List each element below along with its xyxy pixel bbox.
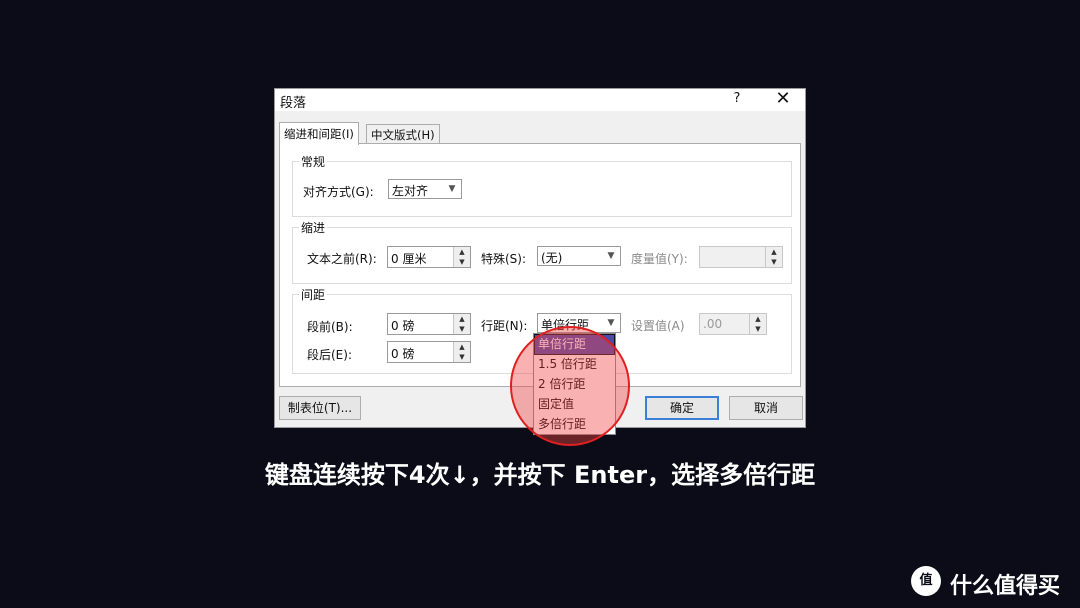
spin-down-icon[interactable]: ▼ [454,324,470,334]
ok-button[interactable]: 确定 [645,396,719,420]
dialog-title: 段落 [280,96,307,111]
tab-stops-button[interactable]: 制表位(T)... [279,396,361,420]
watermark-text: 什么值得买 [950,574,1061,599]
close-button[interactable]: ✕ [773,89,793,109]
spacing-before-spinner[interactable]: 0 磅 ▲ ▼ [387,313,471,335]
tab-chinese-typography[interactable]: 中文版式(H) [366,124,440,143]
special-label: 特殊(S): [481,252,527,266]
before-text-label: 文本之前(R): [307,252,377,266]
set-value-label: 设置值(A) [631,319,685,333]
indent-group-label: 缩进 [299,219,328,236]
special-select[interactable]: (无) ▼ [537,246,621,266]
spacing-after-value: 0 磅 [391,347,415,361]
set-value-spinner[interactable]: .00 ▲ ▼ [699,313,767,335]
line-spacing-dropdown: 单倍行距 1.5 倍行距 2 倍行距 固定值 多倍行距 [533,333,616,435]
general-group: 常规 对齐方式(G): 左对齐 ▼ [292,153,792,217]
spin-down-icon[interactable]: ▼ [766,257,782,267]
tab-indent-spacing[interactable]: 缩进和间距(I) [279,122,359,145]
dialog-titlebar: 段落 ? ✕ [275,89,805,111]
line-spacing-option[interactable]: 多倍行距 [535,415,614,434]
spacing-before-value: 0 磅 [391,319,415,333]
chevron-down-icon: ▼ [607,251,615,261]
line-spacing-option[interactable]: 固定值 [535,395,614,414]
alignment-select[interactable]: 左对齐 ▼ [388,179,462,199]
line-spacing-label: 行距(N): [481,319,528,333]
indent-group: 缩进 文本之前(R): 0 厘米 ▲ ▼ 特殊(S): (无) ▼ 度量值(Y)… [292,219,792,284]
alignment-value: 左对齐 [392,184,429,198]
spacing-before-label: 段前(B): [307,320,353,334]
line-spacing-option[interactable]: 单倍行距 [534,334,615,355]
spin-down-icon[interactable]: ▼ [454,257,470,267]
line-spacing-option[interactable]: 2 倍行距 [535,375,614,394]
line-spacing-option[interactable]: 1.5 倍行距 [535,355,614,374]
spacing-group-label: 间距 [299,286,328,303]
before-text-value: 0 厘米 [391,252,427,266]
line-spacing-select[interactable]: 单倍行距 ▼ [537,313,621,333]
before-text-spinner[interactable]: 0 厘米 ▲ ▼ [387,246,471,268]
chevron-down-icon: ▼ [607,318,615,328]
watermark-logo: 值 [911,566,941,596]
spacing-after-spinner[interactable]: 0 磅 ▲ ▼ [387,341,471,363]
set-value-value: .00 [703,317,723,331]
chevron-down-icon: ▼ [448,184,456,194]
measure-label: 度量值(Y): [631,252,688,266]
help-button[interactable]: ? [727,91,747,109]
special-value: (无) [541,251,563,265]
spin-down-icon[interactable]: ▼ [750,324,766,334]
spacing-after-label: 段后(E): [307,348,352,362]
cancel-button[interactable]: 取消 [729,396,803,420]
caption-text: 键盘连续按下4次↓，并按下 Enter，选择多倍行距 [264,461,816,489]
line-spacing-value: 单倍行距 [541,318,590,332]
measure-spinner[interactable]: ▲ ▼ [699,246,783,268]
general-group-label: 常规 [299,153,328,170]
spin-down-icon[interactable]: ▼ [454,352,470,362]
alignment-label: 对齐方式(G): [303,185,374,199]
